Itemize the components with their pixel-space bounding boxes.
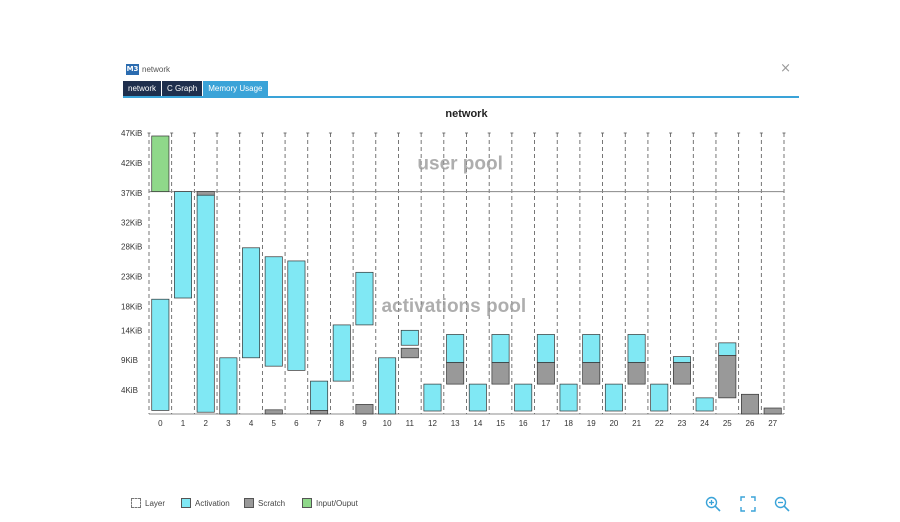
activation-block[interactable] — [174, 191, 192, 299]
zoom-in-icon[interactable] — [705, 496, 721, 512]
activation-block[interactable] — [718, 342, 737, 356]
zoom-out-icon[interactable] — [774, 496, 790, 512]
activation-block[interactable] — [559, 383, 578, 412]
legend-activation-swatch — [181, 498, 191, 508]
legend-layer: Layer — [131, 498, 165, 508]
y-tick-label: 32KiB — [121, 219, 142, 228]
scratch-block[interactable] — [400, 347, 419, 359]
y-tick-label: 9KiB — [121, 356, 138, 365]
activation-block[interactable] — [582, 334, 601, 363]
activation-block[interactable] — [468, 383, 487, 412]
activation-block[interactable] — [242, 247, 261, 359]
x-tick-label: 25 — [723, 419, 732, 428]
x-tick-label: 7 — [317, 419, 322, 428]
x-tick-label: 23 — [677, 419, 686, 428]
scratch-block[interactable] — [446, 362, 465, 385]
legend-io-swatch — [302, 498, 312, 508]
scratch-block[interactable] — [741, 393, 759, 415]
activation-block[interactable] — [514, 383, 533, 412]
y-tick-label: 28KiB — [121, 243, 142, 252]
x-tick-label: 8 — [340, 419, 345, 428]
activation-block[interactable] — [604, 383, 623, 412]
x-tick-label: 11 — [406, 419, 415, 428]
x-tick-label: 5 — [272, 419, 277, 428]
y-tick-label: 14KiB — [121, 326, 142, 335]
x-tick-label: 21 — [632, 419, 641, 428]
activation-block[interactable] — [264, 256, 283, 367]
x-tick-label: 12 — [428, 419, 437, 428]
legend-scratch-swatch — [244, 498, 254, 508]
x-tick-label: 14 — [473, 419, 482, 428]
legend-scratch: Scratch — [244, 498, 285, 508]
x-tick-label: 9 — [362, 419, 367, 428]
x-tick-label: 19 — [587, 419, 596, 428]
user-pool-label: user pool — [417, 153, 503, 174]
activation-block[interactable] — [151, 298, 170, 411]
x-tick-label: 22 — [655, 419, 664, 428]
scratch-block[interactable] — [718, 355, 737, 399]
x-tick-label: 6 — [294, 419, 299, 428]
scratch-block[interactable] — [491, 362, 510, 385]
activations-pool-label: activations pool — [381, 296, 526, 317]
chart-title: network — [445, 108, 488, 120]
x-tick-label: 3 — [226, 419, 231, 428]
x-tick-label: 4 — [249, 419, 254, 428]
x-tick-label: 16 — [519, 419, 528, 428]
legend-activation: Activation — [181, 498, 230, 508]
y-tick-label: 18KiB — [121, 302, 142, 311]
scratch-block[interactable] — [627, 362, 646, 385]
activation-block[interactable] — [672, 356, 691, 363]
scratch-block[interactable] — [355, 404, 374, 415]
x-tick-label: 0 — [158, 419, 163, 428]
x-tick-label: 2 — [203, 419, 208, 428]
y-tick-label: 37KiB — [121, 189, 142, 198]
activation-block[interactable] — [400, 329, 419, 346]
legend-scratch-label: Scratch — [258, 498, 286, 508]
memory-usage-chart: network 4KiB 9KiB 14KiB 18KiB 23KiB 28KiB 32KiB… — [121, 108, 786, 428]
activation-block[interactable] — [355, 271, 374, 326]
scratch-block[interactable] — [536, 362, 555, 385]
x-tick-label: 26 — [746, 419, 755, 428]
scratch-block[interactable] — [310, 410, 329, 415]
y-tick-label: 42KiB — [121, 159, 142, 168]
x-tick-label: 13 — [451, 419, 460, 428]
io-block[interactable] — [151, 135, 170, 192]
legend-activation-label: Activation — [195, 498, 230, 508]
x-tick-label: 24 — [700, 419, 709, 428]
activation-block[interactable] — [695, 397, 714, 412]
activation-block[interactable] — [378, 357, 397, 415]
fit-screen-icon[interactable] — [740, 496, 756, 512]
x-tick-label: 15 — [496, 419, 505, 428]
activation-block[interactable] — [332, 324, 351, 382]
legend-io-label: Input/Ouput — [316, 498, 358, 508]
y-tick-label: 23KiB — [121, 272, 142, 281]
memory-usage-window: M3 network × network C Graph Memory Usag… — [119, 60, 799, 512]
activation-block[interactable] — [650, 383, 669, 412]
activation-block[interactable] — [491, 334, 510, 363]
scratch-block[interactable] — [582, 362, 601, 385]
x-tick-label: 20 — [609, 419, 618, 428]
activation-block[interactable] — [219, 357, 238, 415]
activation-block[interactable] — [446, 334, 465, 363]
scratch-block[interactable] — [672, 362, 691, 385]
scratch-block[interactable] — [196, 191, 215, 196]
legend-io: Input/Ouput — [302, 498, 358, 508]
x-tick-label: 1 — [181, 419, 186, 428]
scratch-block[interactable] — [264, 409, 283, 415]
x-tick-label: 18 — [564, 419, 573, 428]
y-tick-label: 47KiB — [121, 129, 142, 138]
x-tick-label: 17 — [541, 419, 550, 428]
x-tick-label: 10 — [383, 419, 392, 428]
activation-block[interactable] — [196, 194, 215, 413]
scratch-block[interactable] — [763, 407, 782, 415]
activation-block[interactable] — [423, 383, 442, 412]
activation-block[interactable] — [627, 334, 646, 363]
x-tick-label: 27 — [768, 419, 777, 428]
legend-layer-swatch — [131, 498, 141, 508]
y-tick-label: 4KiB — [121, 386, 138, 395]
activation-block[interactable] — [536, 334, 555, 363]
legend-layer-label: Layer — [145, 498, 166, 508]
activation-block[interactable] — [287, 260, 306, 371]
activation-block[interactable] — [310, 380, 329, 411]
